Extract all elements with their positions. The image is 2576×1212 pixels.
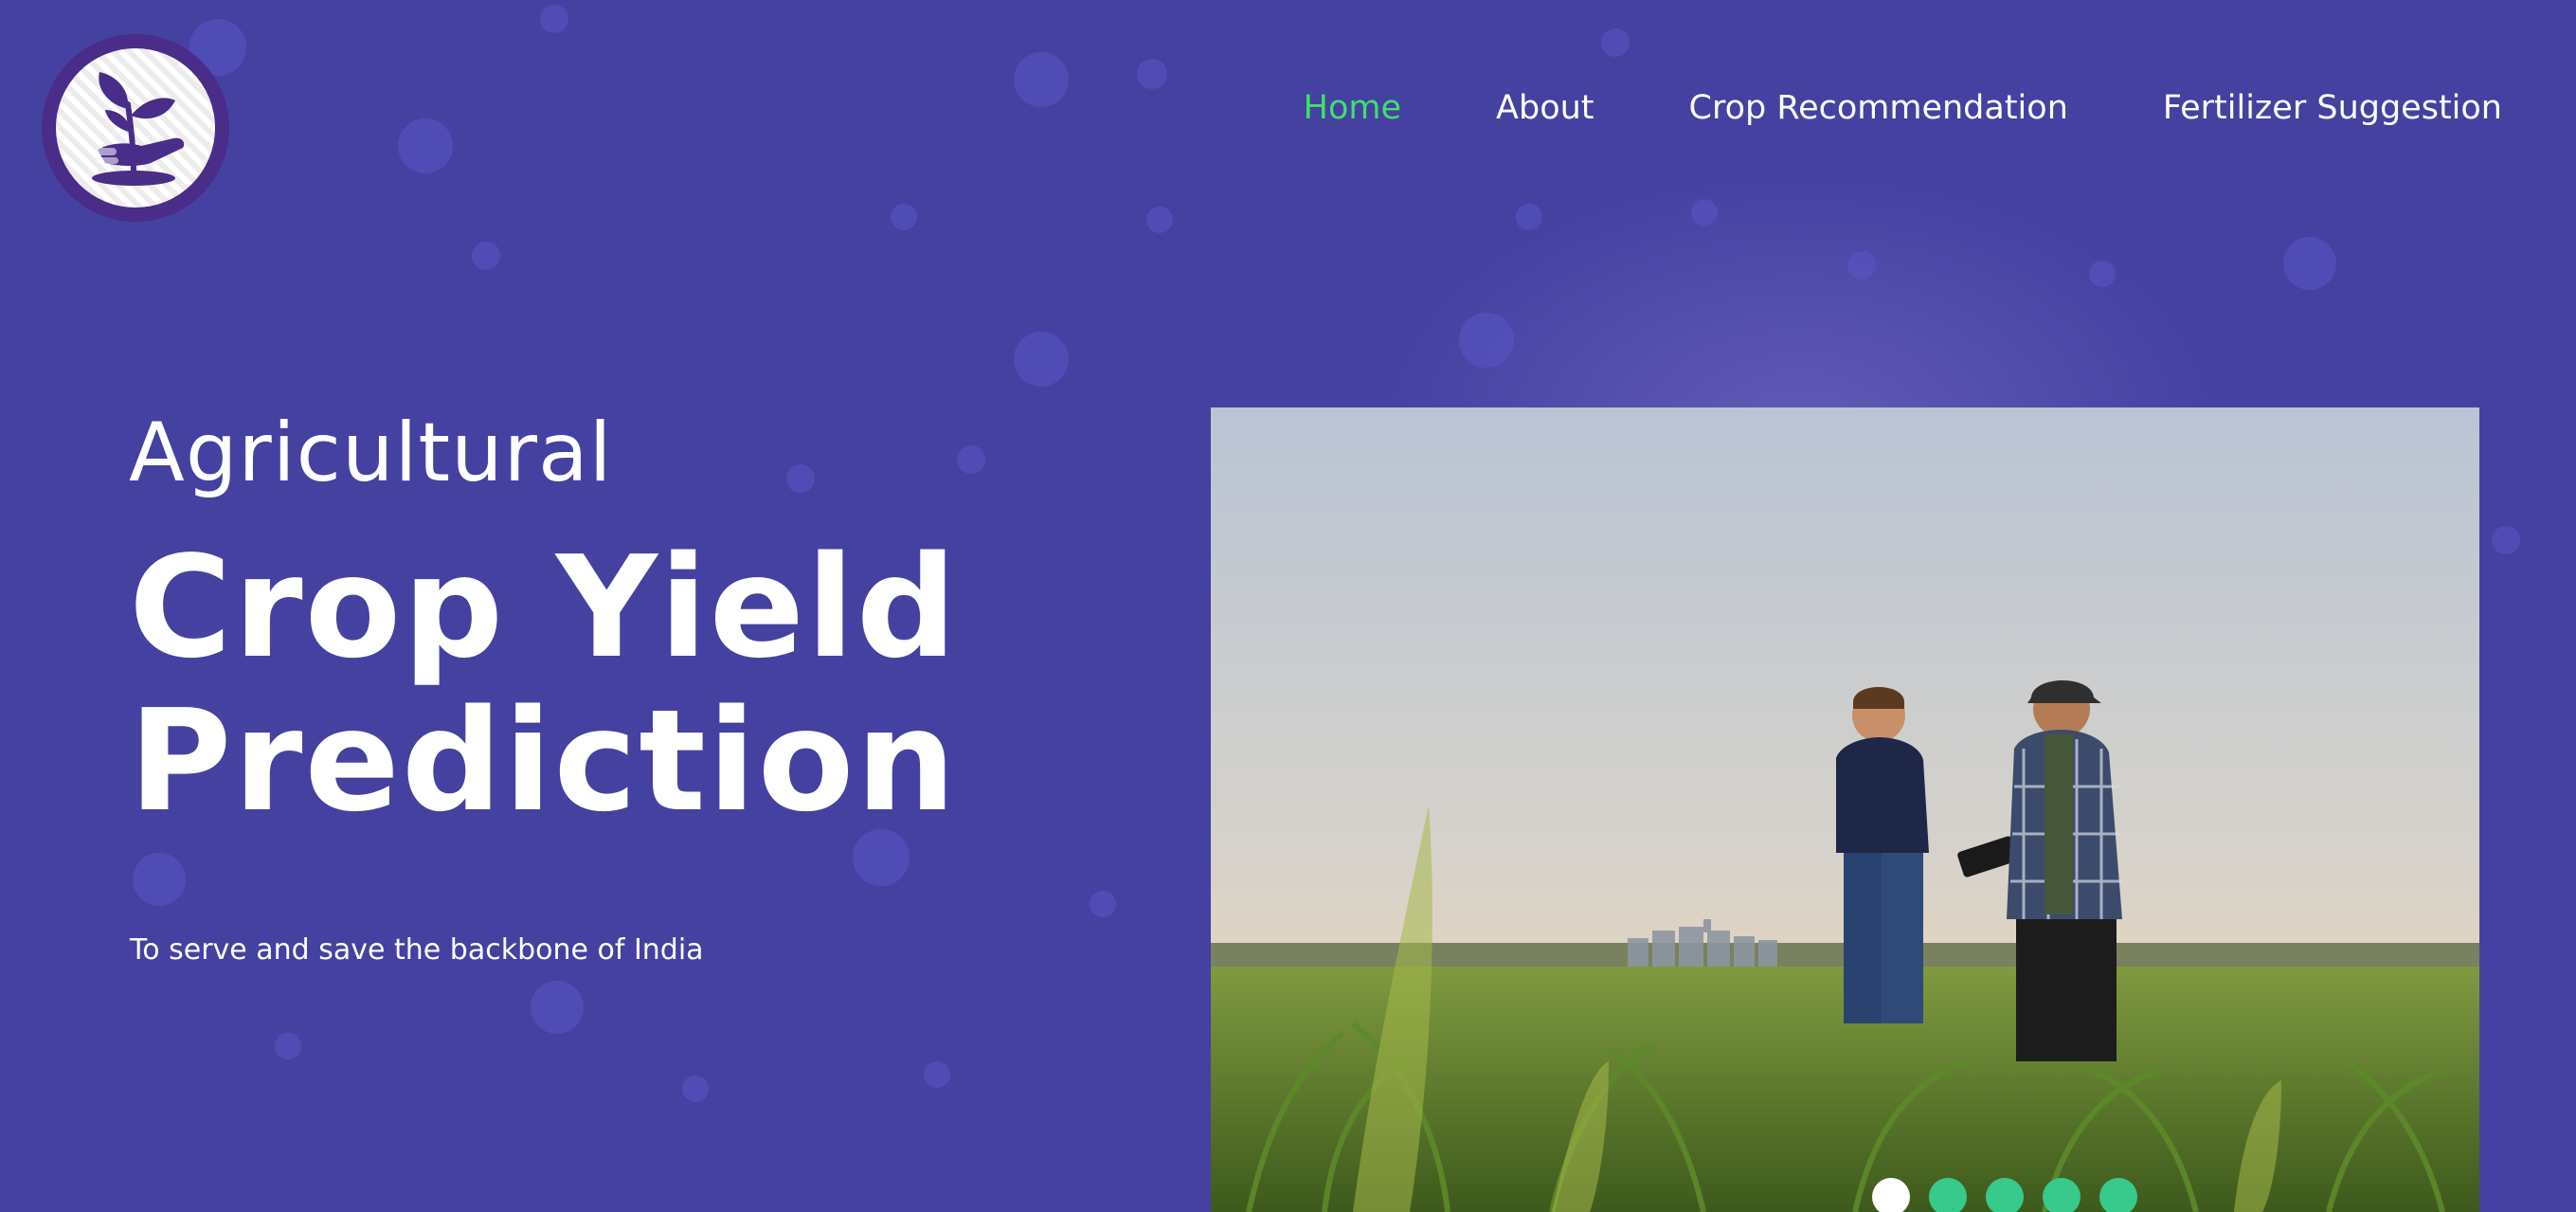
plant-in-hand-icon [92,72,185,186]
bokeh-dot [2089,261,2116,287]
bokeh-dot [924,1061,950,1088]
bokeh-dot [1516,204,1542,230]
bokeh-dot [1459,313,1514,368]
bokeh-dot [682,1076,709,1102]
hero-headline: Crop Yield Prediction [129,531,1076,838]
hero-eyebrow: Agricultural [129,406,613,500]
nav-item-crop-recommendation[interactable]: Crop Recommendation [1689,89,2068,127]
bokeh-dot [957,445,985,474]
nav-item-fertilizer-suggestion[interactable]: Fertilizer Suggestion [2163,89,2502,127]
bokeh-dot [1601,28,1630,57]
bokeh-dot [1137,59,1167,89]
site-logo[interactable] [42,34,229,222]
carousel-dots [1872,1178,2137,1212]
bokeh-dot [786,464,815,493]
bokeh-dot [275,1033,301,1059]
bokeh-dot [1691,199,1718,226]
bokeh-dot [133,853,186,906]
bokeh-dot [1014,332,1069,387]
bokeh-dot [531,981,584,1034]
hero-headline-line1: Crop Yield [129,526,959,689]
bokeh-dot [1146,207,1173,233]
carousel-dot-2[interactable] [1929,1178,1967,1212]
bokeh-dot [891,204,917,230]
bokeh-dot [1090,891,1116,917]
logo-badge [56,48,215,208]
bokeh-dot [540,5,568,33]
bokeh-dot [1014,52,1069,107]
bokeh-dot [1847,251,1876,280]
nav-item-home[interactable]: Home [1304,89,1401,127]
carousel-dot-3[interactable] [1986,1178,2024,1212]
carousel-dot-4[interactable] [2043,1178,2081,1212]
hero-tagline: To serve and save the backbone of India [130,933,704,967]
carousel-dot-5[interactable] [2099,1178,2137,1212]
bokeh-dot [398,118,453,173]
bokeh-dot [472,242,500,270]
hero-headline-line2: Prediction [129,679,958,842]
bokeh-dot [2492,526,2520,554]
hero-image [1211,407,2479,1212]
main-nav: Home About Crop Recommendation Fertilize… [1304,89,2502,127]
bokeh-dot [2283,237,2336,290]
nav-item-about[interactable]: About [1496,89,1594,127]
carousel-dot-1[interactable] [1872,1178,1910,1212]
